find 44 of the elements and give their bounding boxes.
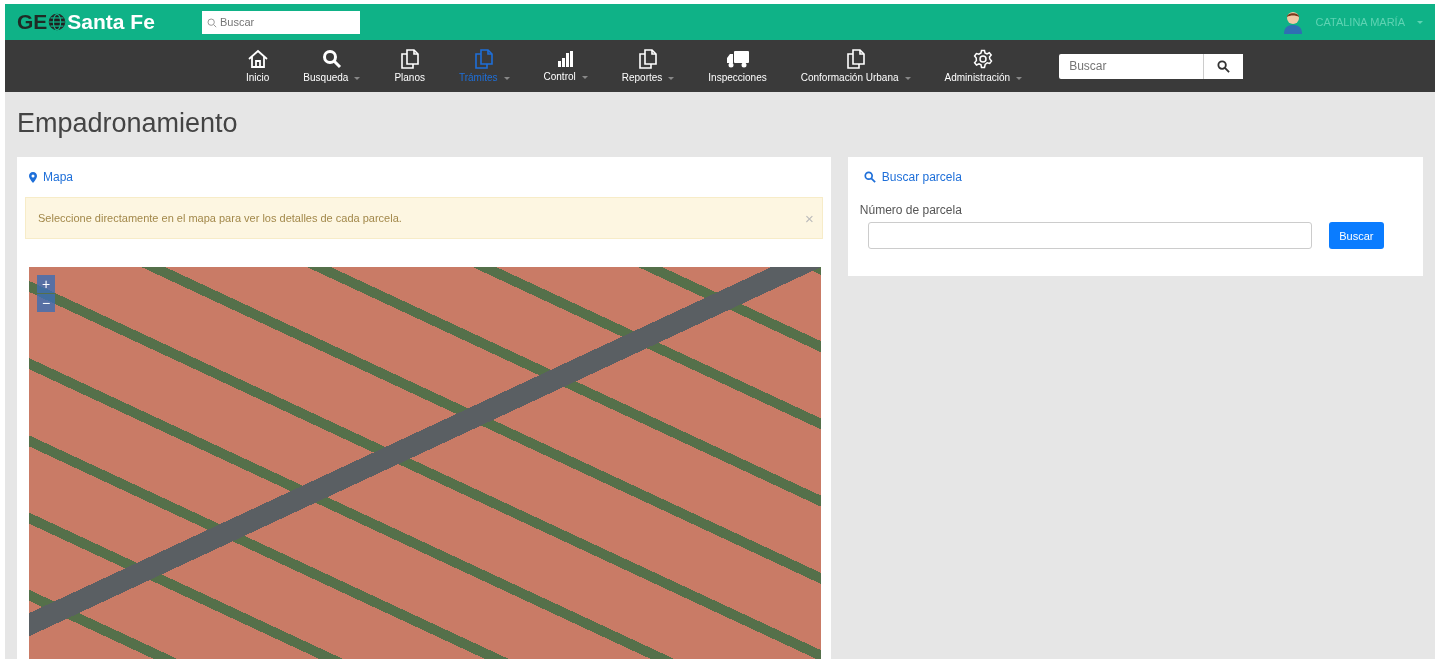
search-icon	[1217, 59, 1231, 73]
nav-item[interactable]: Conformación Urbana	[783, 49, 928, 83]
search-field[interactable]: Buscar	[202, 10, 360, 34]
parcel-number-input[interactable]	[867, 222, 1312, 249]
globe-icon	[48, 13, 67, 31]
nav-item[interactable]: Busqueda	[286, 49, 378, 83]
alert-text: Seleccione directamente en el mapa para ver los detalles de cada parcela.	[38, 212, 402, 224]
home-icon	[246, 49, 269, 69]
search-button[interactable]: Buscar	[1328, 222, 1384, 249]
caret-icon	[354, 76, 361, 80]
search-icon	[321, 49, 342, 69]
panel-title: Mapa	[43, 170, 74, 184]
nav-item[interactable]: Planos	[377, 49, 442, 83]
bar-chart-icon	[556, 50, 575, 68]
page-title: Empadronamiento	[17, 107, 239, 140]
caret-icon	[668, 76, 675, 80]
search-field[interactable]: Buscar	[1059, 53, 1204, 79]
nav-item[interactable]: Administración	[927, 49, 1040, 83]
caret-icon	[1417, 20, 1423, 24]
field-label: Número de parcela	[859, 203, 963, 217]
documents-icon	[400, 49, 419, 69]
caret-icon	[904, 76, 911, 80]
caret-icon	[503, 76, 510, 80]
documents-icon	[639, 49, 658, 69]
map-pin-icon	[29, 171, 37, 183]
search-icon	[863, 171, 876, 183]
search-icon	[207, 17, 217, 28]
truck-icon	[725, 49, 750, 69]
search-button[interactable]	[1203, 53, 1244, 79]
logo-text: GE	[17, 10, 48, 34]
user-avatar-icon	[1281, 10, 1304, 34]
nav-item[interactable]: Reportes	[604, 49, 692, 83]
nav-item[interactable]: Inspecciones	[691, 49, 784, 83]
documents-icon	[475, 49, 494, 69]
nav-item[interactable]: Inicio	[229, 49, 287, 83]
zoom-in-button[interactable]: +	[37, 275, 55, 293]
nav-item[interactable]: Control	[526, 50, 605, 82]
settings-icon	[973, 49, 994, 69]
panel-title: Buscar parcela	[881, 170, 962, 184]
zoom-out-button[interactable]: −	[37, 294, 55, 312]
caret-icon	[1016, 76, 1023, 80]
documents-icon	[846, 49, 865, 69]
logo-text: Santa Fe	[67, 10, 155, 34]
caret-icon	[581, 75, 588, 79]
